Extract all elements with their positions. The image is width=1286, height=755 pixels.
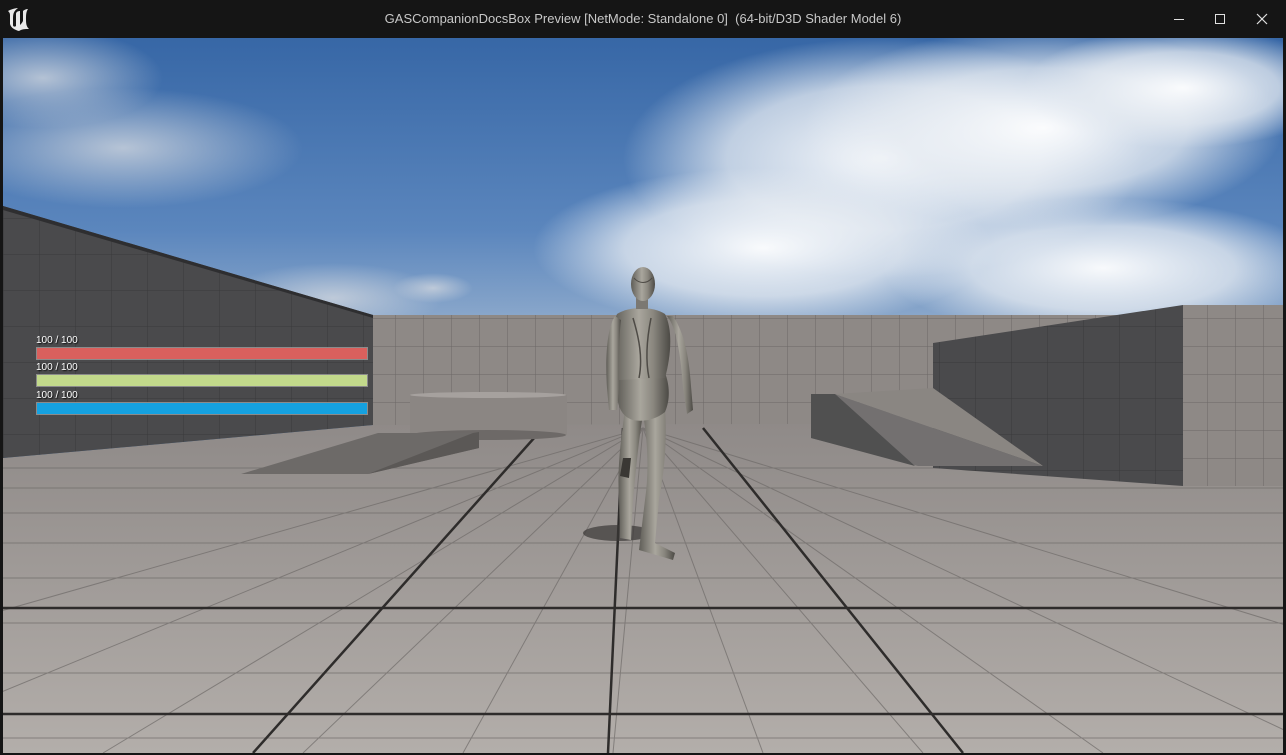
game-scene (3, 38, 1283, 753)
health-bar (36, 347, 368, 360)
game-window: GASCompanionDocsBox Preview [NetMode: St… (0, 0, 1286, 755)
game-viewport[interactable]: 100 / 100 100 / 100 100 / 100 (3, 38, 1283, 753)
stamina-bar (36, 374, 368, 387)
window-title: GASCompanionDocsBox Preview [NetMode: St… (384, 11, 902, 26)
health-label: 100 / 100 (36, 335, 78, 346)
stamina-label: 100 / 100 (36, 362, 78, 373)
minimize-button[interactable] (1158, 0, 1200, 38)
minimize-icon (1174, 19, 1184, 20)
maximize-icon (1215, 14, 1225, 24)
cylinder-platform (410, 395, 567, 435)
maximize-button[interactable] (1199, 0, 1241, 38)
close-button[interactable] (1241, 0, 1283, 38)
mana-label: 100 / 100 (36, 390, 78, 401)
mana-bar (36, 402, 368, 415)
health-bar-fill (37, 348, 367, 359)
stamina-bar-fill (37, 375, 367, 386)
unreal-engine-logo-icon[interactable] (6, 7, 31, 32)
title-bar[interactable]: GASCompanionDocsBox Preview [NetMode: St… (0, 0, 1286, 38)
mana-bar-fill (37, 403, 367, 414)
close-icon (1256, 13, 1268, 25)
